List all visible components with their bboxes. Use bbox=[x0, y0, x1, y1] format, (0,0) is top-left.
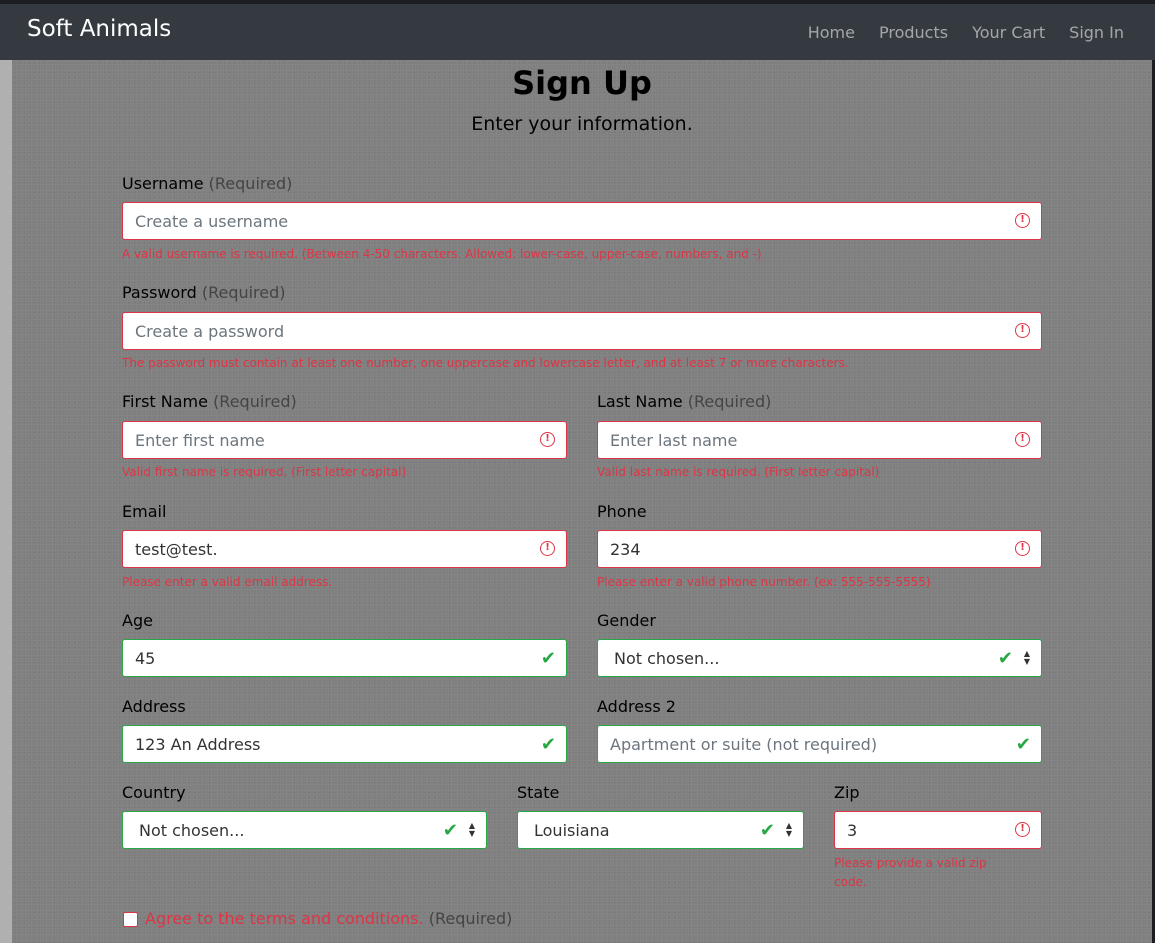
phone-input[interactable]: 234 ! bbox=[597, 530, 1042, 568]
age-input[interactable]: 45 ✔ bbox=[122, 639, 567, 677]
required-tag: (Required) bbox=[201, 283, 286, 302]
required-tag: (Required) bbox=[687, 392, 772, 411]
username-label: Username (Required) bbox=[122, 174, 292, 193]
check-icon: ✔ bbox=[759, 820, 775, 841]
username-error: A valid username is required. (Between 4… bbox=[122, 247, 762, 261]
check-icon: ✔ bbox=[442, 820, 458, 841]
state-value: Louisiana bbox=[534, 820, 610, 840]
password-input[interactable]: Create a password ! bbox=[122, 312, 1042, 350]
address-label: Address bbox=[122, 697, 186, 716]
last-name-error: Valid last name is required. (First lett… bbox=[597, 465, 880, 479]
state-select[interactable]: Louisiana ✔ ▲ ▼ bbox=[517, 811, 804, 849]
page-title: Sign Up bbox=[512, 64, 652, 102]
gender-select[interactable]: Not chosen... ✔ ▲ ▼ bbox=[597, 639, 1042, 677]
first-name-error: Valid first name is required. (First let… bbox=[122, 465, 407, 479]
password-error: The password must contain at least one n… bbox=[122, 356, 849, 370]
check-icon: ✔ bbox=[1015, 734, 1031, 755]
zip-value: 3 bbox=[847, 820, 858, 840]
first-name-input[interactable]: Enter first name ! bbox=[122, 421, 567, 459]
email-input[interactable]: test@test. ! bbox=[122, 530, 567, 568]
terms-text[interactable]: Agree to the terms and conditions. bbox=[145, 909, 424, 928]
check-icon: ✔ bbox=[997, 648, 1013, 669]
page-left-margin bbox=[0, 60, 12, 943]
error-icon: ! bbox=[1015, 323, 1030, 338]
first-name-placeholder: Enter first name bbox=[135, 430, 265, 450]
terms-label: Agree to the terms and conditions. (Requ… bbox=[145, 909, 512, 928]
terms-checkbox[interactable] bbox=[123, 912, 138, 927]
navbar: Soft Animals Home Products Your Cart Sig… bbox=[0, 4, 1155, 60]
first-name-label: First Name (Required) bbox=[122, 392, 297, 411]
zip-error-line2: code. bbox=[834, 875, 867, 889]
email-value: test@test. bbox=[135, 539, 218, 559]
zip-label: Zip bbox=[834, 783, 860, 802]
country-select[interactable]: Not chosen... ✔ ▲ ▼ bbox=[122, 811, 487, 849]
required-tag: (Required) bbox=[208, 174, 293, 193]
last-name-input[interactable]: Enter last name ! bbox=[597, 421, 1042, 459]
error-icon: ! bbox=[1015, 432, 1030, 447]
nav-links: Home Products Your Cart Sign In bbox=[808, 23, 1124, 42]
nav-products-link[interactable]: Products bbox=[879, 23, 948, 42]
zip-input[interactable]: 3 ! bbox=[834, 811, 1042, 849]
address-value: 123 An Address bbox=[135, 734, 261, 754]
username-label-text: Username bbox=[122, 174, 204, 193]
address2-label: Address 2 bbox=[597, 697, 676, 716]
username-input[interactable]: Create a username ! bbox=[122, 202, 1042, 240]
zip-error-line1: Please provide a valid zip bbox=[834, 856, 987, 870]
nav-signin-link[interactable]: Sign In bbox=[1069, 23, 1124, 42]
last-name-placeholder: Enter last name bbox=[610, 430, 738, 450]
password-label: Password (Required) bbox=[122, 283, 286, 302]
phone-label: Phone bbox=[597, 502, 647, 521]
country-label: Country bbox=[122, 783, 186, 802]
check-icon: ✔ bbox=[540, 648, 556, 669]
email-label: Email bbox=[122, 502, 167, 521]
state-label: State bbox=[517, 783, 560, 802]
last-name-label: Last Name (Required) bbox=[597, 392, 771, 411]
error-icon: ! bbox=[1015, 213, 1030, 228]
address2-input[interactable]: Apartment or suite (not required) ✔ bbox=[597, 725, 1042, 763]
error-icon: ! bbox=[540, 541, 555, 556]
gender-value: Not chosen... bbox=[614, 648, 720, 668]
select-caret-icon: ▲ ▼ bbox=[785, 821, 792, 838]
brand-logo[interactable]: Soft Animals bbox=[27, 16, 171, 42]
address2-placeholder: Apartment or suite (not required) bbox=[610, 734, 878, 754]
age-label: Age bbox=[122, 611, 153, 630]
select-caret-icon: ▲ ▼ bbox=[1023, 649, 1030, 666]
page-subtitle: Enter your information. bbox=[471, 113, 693, 135]
phone-error: Please enter a valid phone number. (ex: … bbox=[597, 575, 931, 589]
required-tag: (Required) bbox=[213, 392, 297, 411]
signup-form-container: Sign Up Enter your information. Username… bbox=[12, 60, 1152, 943]
check-icon: ✔ bbox=[540, 734, 556, 755]
first-name-label-text: First Name bbox=[122, 392, 208, 411]
error-icon: ! bbox=[1015, 822, 1030, 837]
select-caret-icon: ▲ ▼ bbox=[468, 821, 475, 838]
password-placeholder: Create a password bbox=[135, 321, 285, 341]
password-label-text: Password bbox=[122, 283, 197, 302]
country-value: Not chosen... bbox=[139, 820, 245, 840]
phone-value: 234 bbox=[610, 539, 641, 559]
terms-required-tag: (Required) bbox=[428, 909, 513, 928]
error-icon: ! bbox=[540, 432, 555, 447]
gender-label: Gender bbox=[597, 611, 656, 630]
error-icon: ! bbox=[1015, 541, 1030, 556]
nav-home-link[interactable]: Home bbox=[808, 23, 855, 42]
last-name-label-text: Last Name bbox=[597, 392, 683, 411]
username-placeholder: Create a username bbox=[135, 211, 289, 231]
nav-cart-link[interactable]: Your Cart bbox=[972, 23, 1045, 42]
email-error: Please enter a valid email address. bbox=[122, 575, 333, 589]
age-value: 45 bbox=[135, 648, 156, 668]
address-input[interactable]: 123 An Address ✔ bbox=[122, 725, 567, 763]
